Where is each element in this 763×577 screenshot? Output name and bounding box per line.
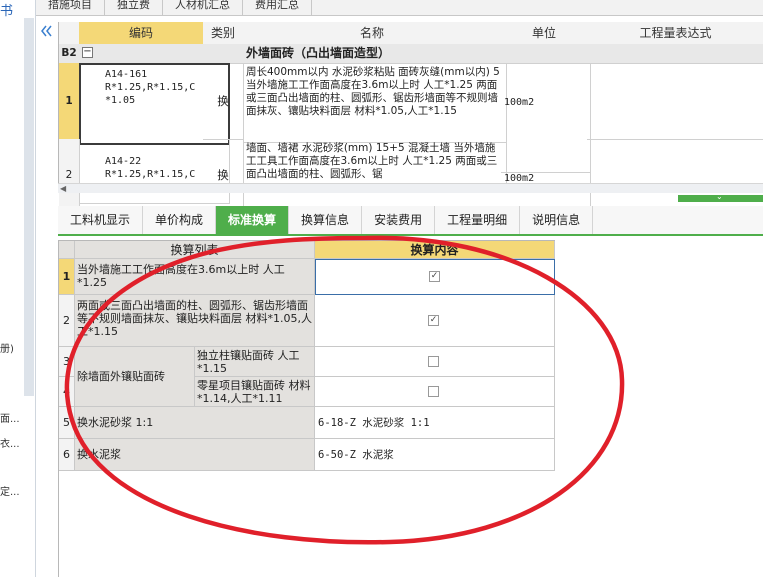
conversion-check-cell[interactable]	[315, 347, 555, 377]
left-fragment: 册)	[0, 344, 14, 355]
conversion-group-label: 除墙面外镶贴面砖	[75, 347, 195, 407]
conversion-check-cell[interactable]: ✓	[315, 295, 555, 347]
left-fragment[interactable]: 面...	[0, 410, 20, 425]
tab-independent-fee[interactable]: 独立费	[105, 0, 163, 16]
chevron-down-icon: ⌄	[716, 192, 723, 201]
tab-materials-display[interactable]: 工料机显示	[58, 206, 144, 234]
horizontal-scrollbar[interactable]: ◀	[58, 183, 763, 193]
tab-materials-summary[interactable]: 人材机汇总	[163, 0, 243, 16]
header-unit[interactable]: 单位	[501, 22, 588, 45]
conversion-check-cell[interactable]: ✓	[315, 259, 555, 295]
checkbox-unchecked[interactable]	[428, 356, 439, 367]
row-number[interactable]: 1	[59, 259, 75, 295]
row-quantity-expression[interactable]	[587, 63, 763, 140]
tab-unit-price-composition[interactable]: 单价构成	[143, 206, 217, 234]
checkbox-checked[interactable]: ✓	[429, 271, 440, 282]
conversion-content-value[interactable]: 6-50-Z 水泥浆	[315, 439, 555, 471]
conversion-check-cell[interactable]	[315, 377, 555, 407]
detail-tab-bar: 工料机显示 单价构成 标准换算 换算信息 安装费用 工程量明细 说明信息	[58, 206, 763, 236]
header-conversion-content: 换算内容	[315, 241, 555, 259]
header-name[interactable]: 名称	[243, 22, 502, 45]
tab-standard-conversion[interactable]: 标准换算	[216, 206, 290, 234]
group-toggle-cell: −	[79, 44, 244, 64]
header-conversion-list: 换算列表	[75, 241, 315, 259]
tab-description[interactable]: 说明信息	[520, 206, 594, 234]
double-chevron-left-icon[interactable]	[40, 24, 52, 38]
left-fragment: 书	[0, 4, 14, 19]
row-name[interactable]: 周长400mm以内 水泥砂浆粘贴 面砖灰缝(mm以内) 5 当外墙施工工作面高度…	[243, 63, 507, 143]
group-id: B2	[59, 44, 80, 64]
items-grid: 编码 类别 名称 单位 工程量表达式 B2 − 外墙面砖（凸出墙面造型） 1 A…	[58, 22, 763, 221]
tab-conversion-info[interactable]: 换算信息	[289, 206, 363, 234]
row-number[interactable]: 2	[59, 295, 75, 347]
tab-fee-summary[interactable]: 费用汇总	[243, 0, 312, 16]
tab-quantity-detail[interactable]: 工程量明细	[435, 206, 521, 234]
left-fragment[interactable]: 衣...	[0, 435, 20, 450]
row-number[interactable]: 4	[59, 377, 75, 407]
tab-installation-fee[interactable]: 安装费用	[362, 206, 436, 234]
left-scrollbar[interactable]	[24, 18, 34, 396]
conversion-item: 两面或三面凸出墙面的柱、圆弧形、锯齿形墙面等不规则墙面抹灰、镶贴块料面层 材料*…	[75, 295, 315, 347]
header-code[interactable]: 编码	[79, 22, 204, 45]
tab-measures[interactable]: 措施项目	[36, 0, 105, 16]
collapse-toggle-icon[interactable]: −	[82, 47, 93, 58]
splitter-handle[interactable]: ⌄	[678, 192, 763, 202]
conversion-item: 零星项目镶贴面砖 材料*1.14,人工*1.11	[195, 377, 315, 407]
conversion-item: 独立柱镶贴面砖 人工*1.15	[195, 347, 315, 377]
row-number[interactable]: 3	[59, 347, 75, 377]
row-number[interactable]: 6	[59, 439, 75, 471]
top-tab-bar: 措施项目 独立费 人材机汇总 费用汇总	[36, 0, 763, 16]
row-category[interactable]: 换	[203, 63, 244, 140]
conversion-grid: 换算列表 换算内容 1 当外墙施工工作面高度在3.6m以上时 人工*1.25 ✓…	[58, 240, 555, 577]
row-number-header	[59, 241, 75, 259]
conversion-content-value[interactable]: 6-18-Z 水泥砂浆 1:1	[315, 407, 555, 439]
checkbox-unchecked[interactable]	[428, 386, 439, 397]
row-quantity-expression[interactable]	[587, 139, 763, 188]
conversion-item: 换水泥砂浆 1:1	[75, 407, 315, 439]
checkbox-checked[interactable]: ✓	[428, 315, 439, 326]
conversion-item: 换水泥浆	[75, 439, 315, 471]
header-category[interactable]: 类别	[203, 22, 244, 45]
row-number[interactable]: 5	[59, 407, 75, 439]
group-name: 外墙面砖（凸出墙面造型）	[243, 44, 763, 64]
header-quantity-expression[interactable]: 工程量表达式	[587, 22, 763, 45]
scroll-left-icon[interactable]: ◀	[60, 184, 66, 193]
conversion-item: 当外墙施工工作面高度在3.6m以上时 人工*1.25	[75, 259, 315, 295]
row-number[interactable]: 1	[59, 63, 80, 140]
row-number-header	[59, 22, 80, 45]
left-fragment[interactable]: 定...	[0, 483, 20, 498]
